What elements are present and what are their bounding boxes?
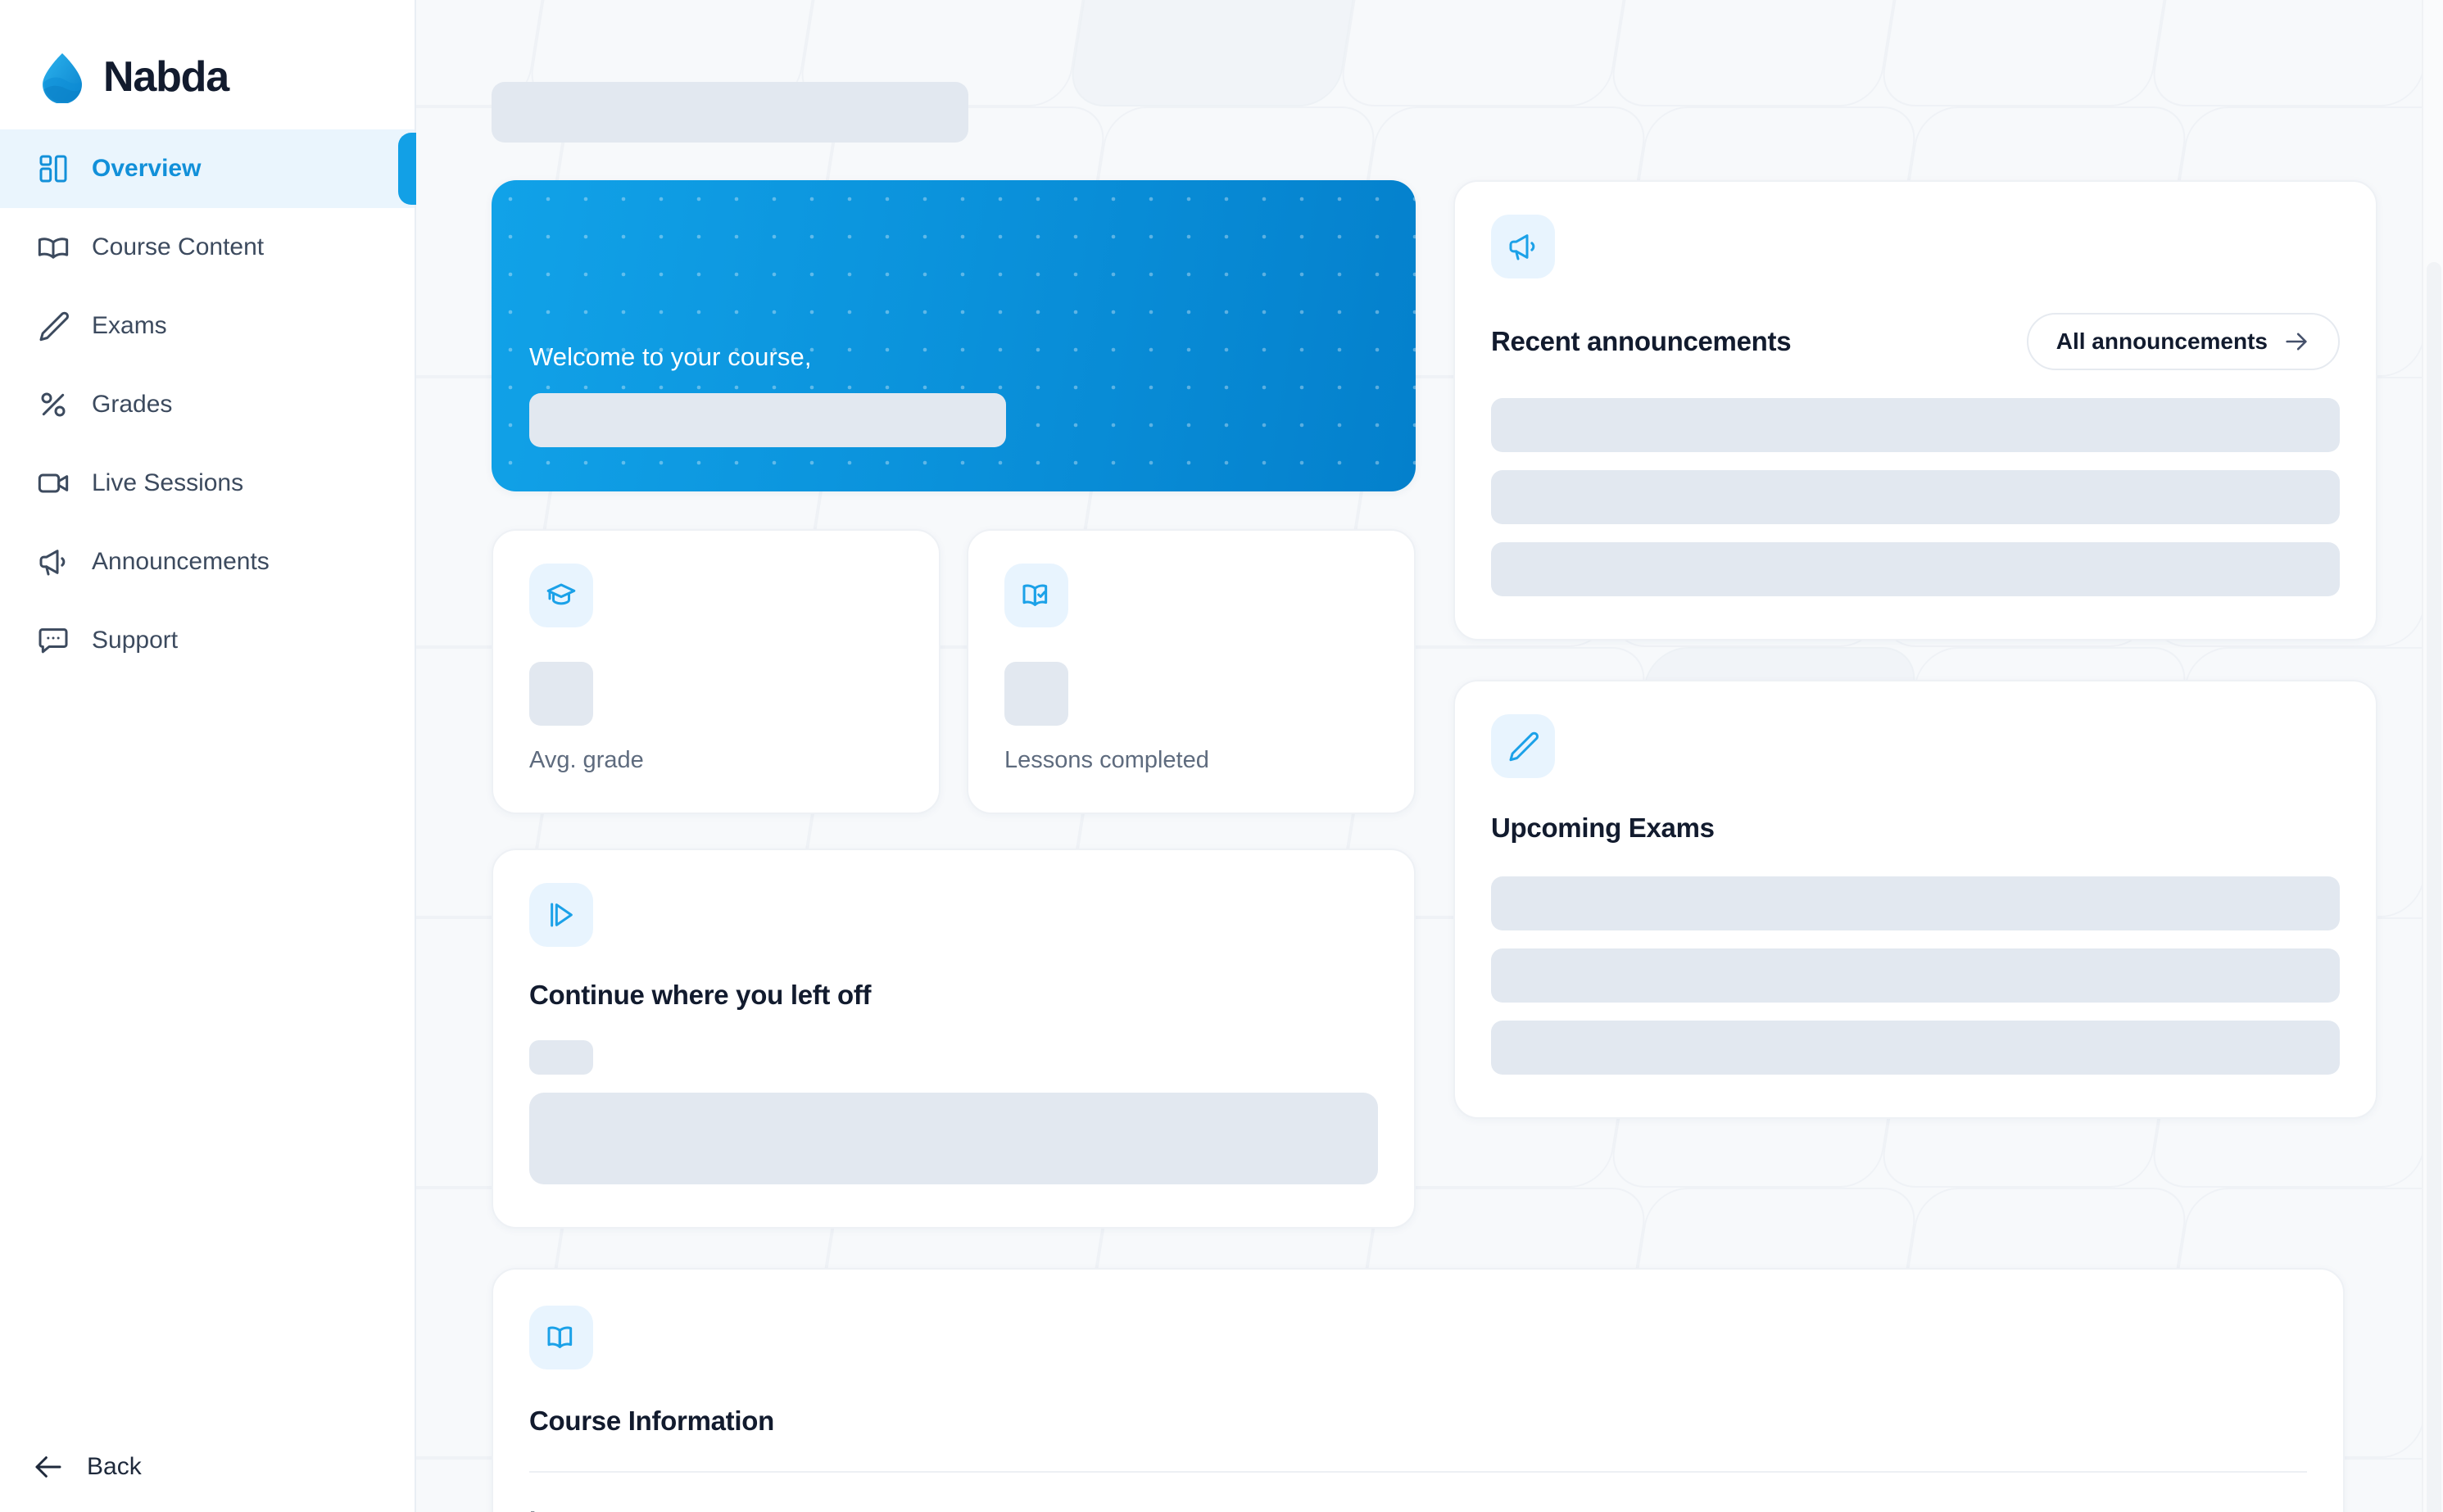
continue-card-title: Continue where you left off [529,980,872,1010]
course-information-card: Course Information Instructor [492,1268,2345,1512]
sidebar-item-label: Exams [92,312,167,339]
arrow-left-icon [31,1450,66,1484]
stat-value-skeleton [529,662,593,726]
announcement-skeleton-row [1491,542,2340,596]
announcement-skeleton-row [1491,398,2340,452]
exam-skeleton-row [1491,876,2340,930]
stat-label: Avg. grade [529,747,644,773]
exam-skeleton-row [1491,948,2340,1003]
sidebar-item-label: Announcements [92,548,270,575]
announcements-title: Recent announcements [1491,326,1792,356]
open-book-icon [529,1306,593,1369]
course-info-field-label-instructor: Instructor [529,1507,2307,1512]
all-announcements-label: All announcements [2055,328,2268,354]
megaphone-icon [36,545,70,579]
welcome-greeting: Welcome to your course, [529,342,812,371]
sidebar-item-label: Overview [92,155,202,182]
page-title-skeleton [492,82,968,143]
welcome-name-skeleton [529,393,1006,447]
sidebar-item-live-sessions[interactable]: Live Sessions [0,444,415,523]
course-information-title: Course Information [529,1406,774,1436]
back-button-label: Back [87,1453,142,1480]
graduation-cap-icon [529,564,593,627]
stat-value-skeleton [1004,662,1068,726]
arrow-right-icon [2282,328,2310,355]
megaphone-icon [1491,215,1555,278]
chat-bubble-dots-icon [36,623,70,658]
stat-card-lessons-completed[interactable]: Lessons completed [967,529,1416,814]
brand-name: Nabda [103,53,229,101]
sidebar-nav: Overview Course Content Exams Grades Liv… [0,129,416,680]
right-column: Recent announcements All announcements U… [1453,180,2377,1119]
sidebar-item-label: Grades [92,391,173,418]
nabda-droplet-logo-icon [36,51,88,104]
sidebar-item-label: Support [92,627,179,654]
course-information-divider [529,1471,2307,1473]
stat-label: Lessons completed [1004,747,1209,773]
exam-skeleton-row [1491,1021,2340,1075]
layout-dashboard-icon [36,152,70,186]
back-button[interactable]: Back [0,1422,415,1512]
announcement-skeleton-row [1491,470,2340,524]
pencil-icon [36,309,70,343]
sidebar-item-grades[interactable]: Grades [0,365,415,444]
sidebar-item-label: Live Sessions [92,469,244,496]
exams-skeleton-list [1491,876,2340,1075]
main-content: Welcome to your course, Avg. grade Lesso… [416,0,2443,1512]
stat-card-avg-grade[interactable]: Avg. grade [492,529,940,814]
skip-play-icon [529,883,593,947]
sidebar-item-label: Course Content [92,233,265,260]
brand[interactable]: Nabda [0,0,415,123]
book-check-icon [1004,564,1068,627]
sidebar-item-course-content[interactable]: Course Content [0,208,415,287]
upcoming-exams-card: Upcoming Exams [1453,680,2377,1119]
sidebar-item-support[interactable]: Support [0,601,415,680]
continue-card[interactable]: Continue where you left off [492,849,1416,1229]
percent-icon [36,387,70,422]
left-column: Welcome to your course, Avg. grade Lesso… [492,180,1416,1229]
open-book-icon [36,230,70,265]
all-announcements-button[interactable]: All announcements [2026,313,2340,370]
video-camera-icon [36,466,70,500]
continue-skeleton-large [529,1093,1378,1184]
page-scroll-area: Welcome to your course, Avg. grade Lesso… [416,82,2443,1512]
stats-row: Avg. grade Lessons completed [492,529,1416,814]
announcements-skeleton-list [1491,398,2340,596]
announcements-header: Recent announcements All announcements [1491,313,2340,370]
dashboard-grid: Welcome to your course, Avg. grade Lesso… [492,180,2377,1229]
welcome-banner: Welcome to your course, [492,180,1416,491]
recent-announcements-card: Recent announcements All announcements [1453,180,2377,641]
pencil-icon [1491,714,1555,778]
vertical-scrollbar[interactable] [2422,0,2443,1512]
continue-skeleton-small [529,1040,593,1075]
sidebar: Nabda Overview Course Content Exams Grad… [0,0,416,1512]
sidebar-item-overview[interactable]: Overview [0,129,416,208]
scrollbar-thumb[interactable] [2427,262,2441,1512]
upcoming-exams-title: Upcoming Exams [1491,813,1715,843]
app-root: Nabda Overview Course Content Exams Grad… [0,0,2443,1512]
sidebar-item-exams[interactable]: Exams [0,287,415,365]
sidebar-item-announcements[interactable]: Announcements [0,523,415,601]
